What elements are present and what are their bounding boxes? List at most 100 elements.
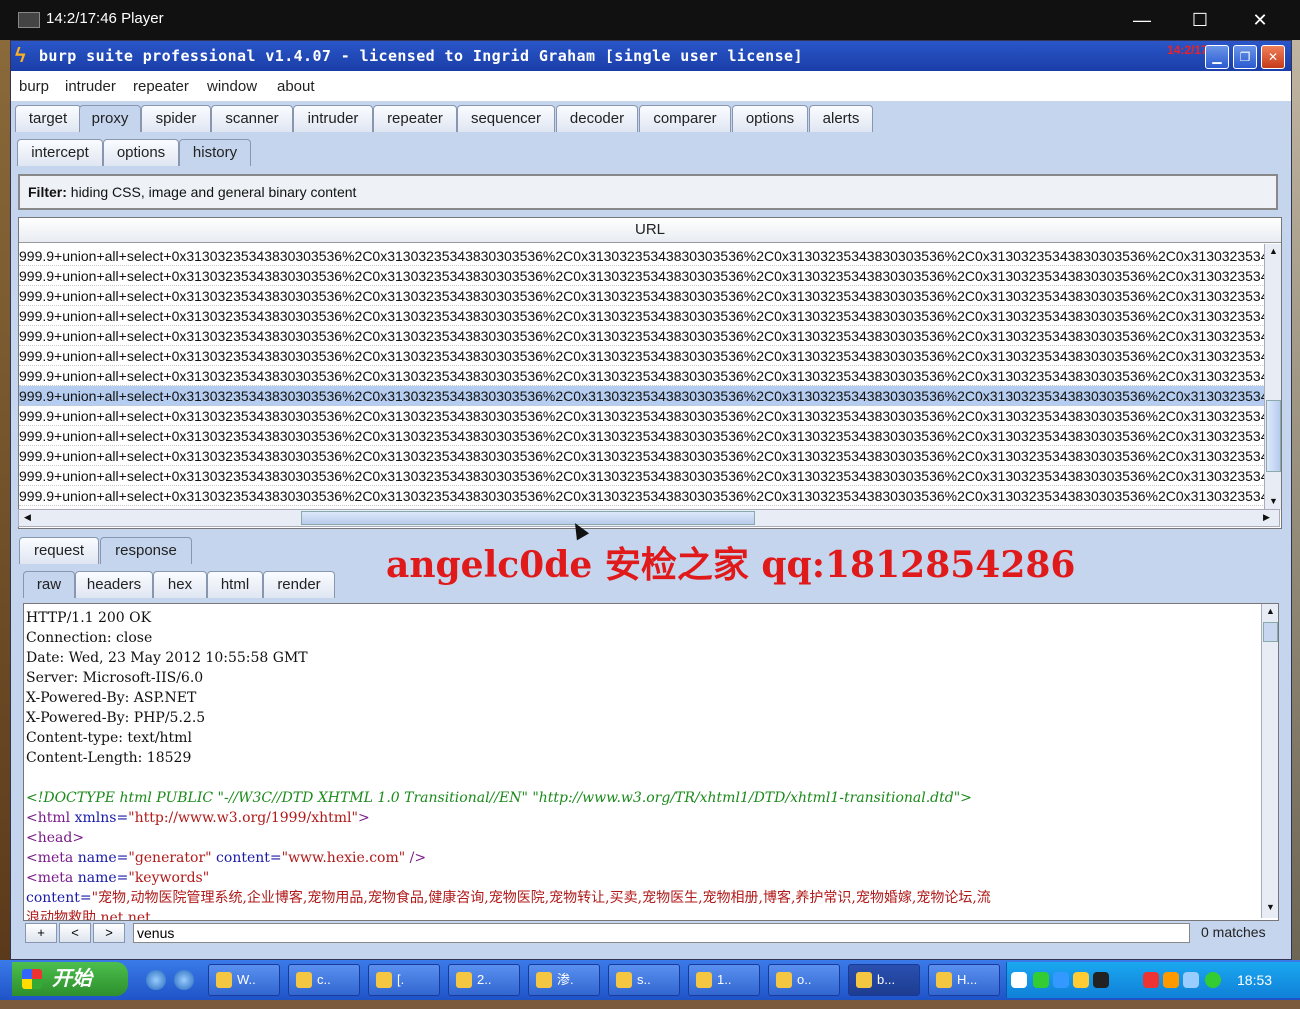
table-row[interactable]: 999.9+union+all+select+0x313032353438303… — [19, 466, 1265, 486]
menu-window[interactable]: window — [207, 78, 257, 95]
tab-repeater[interactable]: repeater — [373, 105, 457, 132]
taskbar-button[interactable]: c.. — [288, 964, 360, 996]
scroll-up-icon[interactable]: ▲ — [1269, 246, 1278, 256]
table-row[interactable]: 999.9+union+all+select+0x313032353438303… — [19, 486, 1265, 506]
tray-app-icon[interactable] — [1073, 972, 1089, 988]
search-add-button[interactable]: + — [25, 923, 57, 943]
taskbar-button[interactable]: 1.. — [688, 964, 760, 996]
start-label: 开始 — [52, 968, 92, 990]
tab-proxy[interactable]: proxy — [79, 105, 141, 132]
table-horizontal-scrollbar[interactable]: ◀ ▶ — [18, 509, 1280, 527]
table-row[interactable]: 999.9+union+all+select+0x313032353438303… — [19, 406, 1265, 426]
taskbar-button[interactable]: s.. — [608, 964, 680, 996]
tray-app-icon[interactable] — [1033, 972, 1049, 988]
table-row[interactable]: 999.9+union+all+select+0x313032353438303… — [19, 446, 1265, 466]
scroll-left-icon[interactable]: ◀ — [24, 512, 31, 523]
burp-restore-button[interactable]: ❐ — [1233, 45, 1257, 69]
taskbar-button[interactable]: 2.. — [448, 964, 520, 996]
tab-options[interactable]: options — [732, 105, 808, 132]
tab-intruder[interactable]: intruder — [293, 105, 373, 132]
burp-minimize-button[interactable]: ▁ — [1205, 45, 1229, 69]
tray-app-icon[interactable] — [1183, 972, 1199, 988]
table-row[interactable]: 999.9+union+all+select+0x313032353438303… — [19, 426, 1265, 446]
taskbar-button[interactable]: 渗. — [528, 964, 600, 996]
start-button[interactable]: 开始 — [12, 962, 128, 996]
burp-lightning-icon — [856, 972, 872, 988]
search-input[interactable]: venus — [133, 923, 1190, 943]
tab-hex[interactable]: hex — [153, 571, 207, 598]
tab-render[interactable]: render — [263, 571, 335, 598]
search-next-button[interactable]: > — [93, 923, 125, 943]
window-icon — [776, 972, 792, 988]
meta-name-attr: name= — [73, 870, 129, 886]
meta-keywords-line: <meta name="keywords" — [26, 868, 1252, 888]
meta-content-attr: content= — [211, 850, 282, 866]
tab-proxy-options[interactable]: options — [103, 139, 179, 166]
menu-repeater[interactable]: repeater — [133, 78, 189, 95]
horizontal-scroll-thumb[interactable] — [301, 511, 755, 525]
player-close-button[interactable]: ✕ — [1240, 8, 1280, 32]
tab-spider[interactable]: spider — [141, 105, 211, 132]
menu-intruder[interactable]: intruder — [65, 78, 116, 95]
tab-history[interactable]: history — [179, 139, 251, 166]
table-row[interactable]: 999.9+union+all+select+0x313032353438303… — [19, 386, 1265, 406]
scroll-down-icon[interactable]: ▼ — [1266, 902, 1275, 912]
response-viewer[interactable]: HTTP/1.1 200 OK Connection: close Date: … — [23, 603, 1279, 921]
tab-html[interactable]: html — [207, 571, 263, 598]
scroll-up-icon[interactable]: ▲ — [1266, 606, 1275, 616]
table-row[interactable]: 999.9+union+all+select+0x313032353438303… — [19, 366, 1265, 386]
taskbar-button[interactable]: W.. — [208, 964, 280, 996]
response-header-line: Server: Microsoft-IIS/6.0 — [26, 670, 204, 686]
tab-scanner[interactable]: scanner — [211, 105, 293, 132]
table-row[interactable]: 999.9+union+all+select+0x313032353438303… — [19, 306, 1265, 326]
ie-quicklaunch-icon[interactable] — [146, 970, 166, 990]
folder-icon — [456, 972, 472, 988]
column-header-url[interactable]: URL — [19, 218, 1281, 243]
player-maximize-button[interactable]: ☐ — [1180, 8, 1220, 32]
scroll-down-icon[interactable]: ▼ — [1269, 496, 1278, 506]
keywords-content-line: content="宠物,动物医院管理系统,企业博客,宠物用品,宠物食品,健康咨询… — [26, 888, 1252, 908]
search-prev-button[interactable]: < — [59, 923, 91, 943]
table-row[interactable]: 999.9+union+all+select+0x313032353438303… — [19, 286, 1265, 306]
scroll-right-icon[interactable]: ▶ — [1263, 512, 1270, 523]
table-row[interactable]: 999.9+union+all+select+0x313032353438303… — [19, 246, 1265, 266]
tab-alerts[interactable]: alerts — [809, 105, 873, 132]
burp-title: burp suite professional v1.4.07 - licens… — [39, 47, 803, 65]
tray-security-icon[interactable] — [1205, 972, 1221, 988]
taskbar-button[interactable]: H... — [928, 964, 1000, 996]
tab-intercept[interactable]: intercept — [17, 139, 103, 166]
tab-sequencer[interactable]: sequencer — [457, 105, 555, 132]
response-scroll-thumb[interactable] — [1263, 622, 1278, 642]
tab-response[interactable]: response — [100, 537, 192, 564]
tab-request[interactable]: request — [19, 537, 99, 564]
table-vertical-scrollbar[interactable]: ▲ ▼ — [1264, 244, 1281, 510]
table-row[interactable]: 999.9+union+all+select+0x313032353438303… — [19, 266, 1265, 286]
taskbar-button[interactable]: [. — [368, 964, 440, 996]
player-titlebar: 14:2/17:46 Player — ☐ ✕ — [0, 0, 1300, 40]
burp-close-button[interactable]: ✕ — [1261, 45, 1285, 69]
tab-decoder[interactable]: decoder — [556, 105, 638, 132]
tray-network-icon[interactable] — [1053, 972, 1069, 988]
table-scroll-thumb[interactable] — [1266, 400, 1281, 472]
tray-app-icon[interactable] — [1143, 972, 1159, 988]
tab-comparer[interactable]: comparer — [639, 105, 731, 132]
tray-app-icon[interactable] — [1163, 972, 1179, 988]
taskbar-button[interactable]: o.. — [768, 964, 840, 996]
filter-bar[interactable]: Filter: hiding CSS, image and general bi… — [18, 174, 1278, 210]
tab-target[interactable]: target — [15, 105, 81, 132]
table-row[interactable]: 999.9+union+all+select+0x313032353438303… — [19, 326, 1265, 346]
tray-arrow-icon[interactable] — [1011, 972, 1027, 988]
browser-quicklaunch-icon[interactable] — [174, 970, 194, 990]
window-icon — [696, 972, 712, 988]
player-minimize-button[interactable]: — — [1122, 8, 1162, 32]
menu-burp[interactable]: burp — [19, 78, 49, 95]
window-icon — [376, 972, 392, 988]
taskbar-button-burp[interactable]: b... — [848, 964, 920, 996]
tab-headers[interactable]: headers — [75, 571, 153, 598]
response-vertical-scrollbar[interactable]: ▲ ▼ — [1261, 604, 1278, 918]
table-row[interactable]: 999.9+union+all+select+0x313032353438303… — [19, 346, 1265, 366]
tray-qq-icon[interactable] — [1093, 972, 1109, 988]
menu-about[interactable]: about — [277, 78, 315, 95]
tab-raw[interactable]: raw — [23, 571, 75, 598]
